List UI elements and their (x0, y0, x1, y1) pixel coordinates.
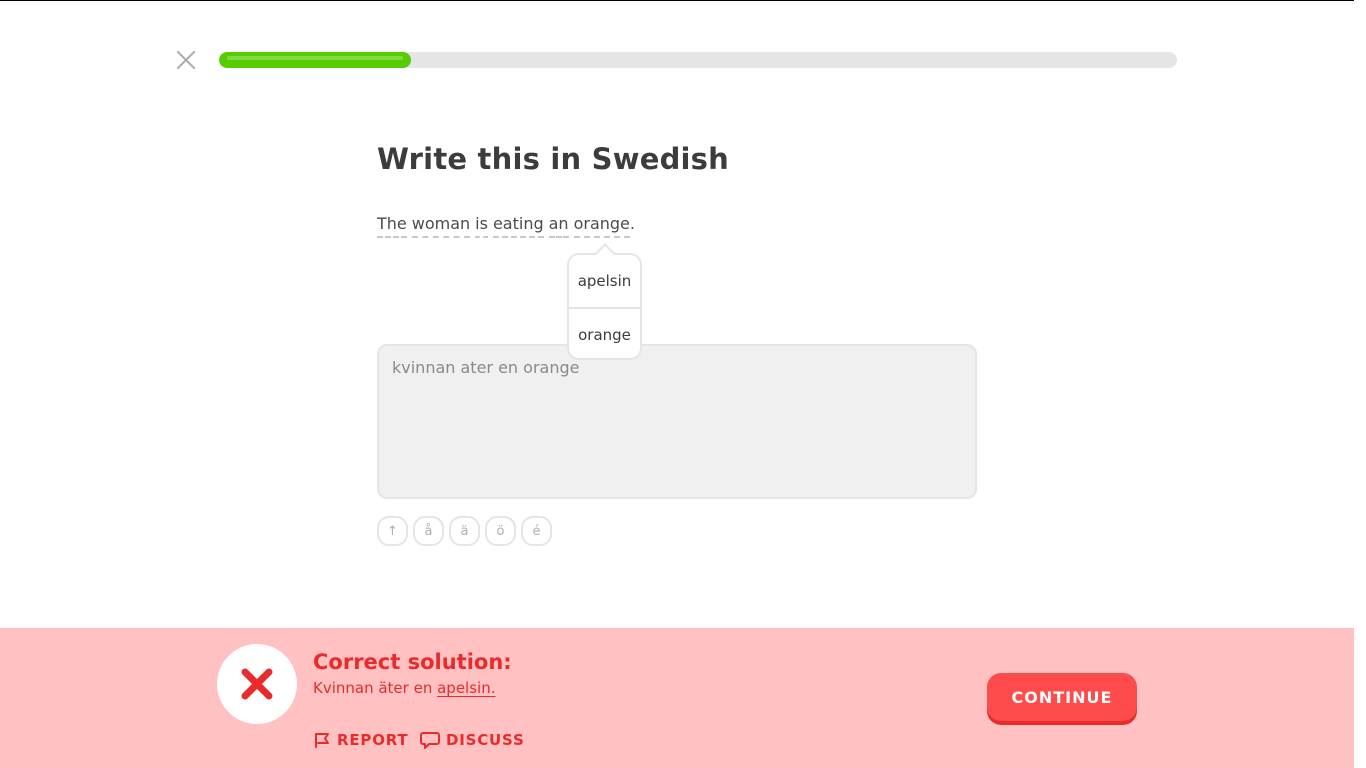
prompt-word[interactable]: The (377, 214, 407, 238)
x-icon (241, 668, 273, 700)
hint-option[interactable]: orange (569, 309, 640, 361)
close-lesson-button[interactable] (174, 48, 198, 72)
lesson-progress-bar (219, 52, 1177, 68)
char-button-a-umlaut[interactable]: ä (449, 516, 480, 546)
incorrect-status-badge (217, 644, 297, 724)
prompt-word[interactable]: is (475, 214, 488, 238)
scrollbar[interactable] (1354, 0, 1366, 768)
solution-text: Kvinnan äter en (313, 679, 438, 697)
char-button-a-ring[interactable]: å (413, 516, 444, 546)
answer-textarea[interactable]: kvinnan ater en orange (377, 344, 977, 499)
progress-fill (219, 52, 411, 68)
discuss-label: DISCUSS (446, 731, 525, 749)
sentence-period: . (629, 214, 635, 233)
continue-button[interactable]: CONTINUE (987, 673, 1137, 721)
solution-highlight[interactable]: apelsin. (437, 679, 495, 697)
report-button[interactable]: REPORT (313, 731, 408, 749)
correct-solution: Kvinnan äter en apelsin. (313, 679, 495, 697)
char-button-o-umlaut[interactable]: ö (485, 516, 516, 546)
discuss-button[interactable]: DISCUSS (420, 731, 525, 749)
shift-key-button[interactable]: ↑ (377, 516, 408, 546)
prompt-word-active[interactable]: orange (573, 214, 630, 238)
feedback-footer: Correct solution: Kvinnan äter en apelsi… (0, 628, 1354, 768)
comment-icon (420, 732, 440, 749)
prompt-word[interactable]: woman (411, 214, 471, 238)
special-character-row: ↑ å ä ö é (377, 516, 552, 546)
prompt-word[interactable]: an (548, 214, 569, 238)
prompt-word[interactable]: eating (492, 214, 544, 238)
window-edge (0, 0, 1366, 1)
hint-option[interactable]: apelsin (569, 255, 640, 307)
close-icon (176, 50, 196, 70)
report-label: REPORT (337, 731, 409, 749)
feedback-heading: Correct solution: (313, 650, 512, 674)
prompt-sentence: The woman is eating an orange . (377, 214, 635, 238)
challenge-title: Write this in Swedish (377, 142, 729, 176)
char-button-e-acute[interactable]: é (521, 516, 552, 546)
word-hint-tooltip: apelsin orange (567, 243, 642, 361)
progress-shine (227, 56, 403, 60)
flag-icon (315, 733, 329, 748)
